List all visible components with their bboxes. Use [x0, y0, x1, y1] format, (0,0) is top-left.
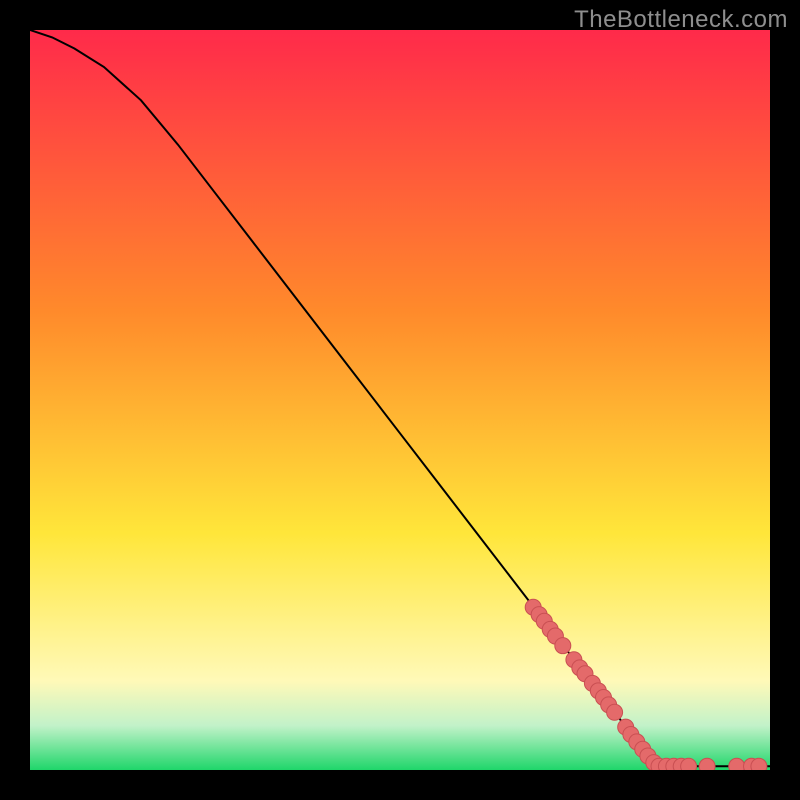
data-marker — [751, 758, 767, 770]
watermark-text: TheBottleneck.com — [574, 6, 788, 34]
data-marker — [555, 638, 571, 654]
data-marker — [681, 758, 697, 770]
gradient-background — [30, 30, 770, 770]
plot-area — [30, 30, 770, 770]
chart-container: TheBottleneck.com — [0, 0, 800, 800]
data-marker — [699, 758, 715, 770]
data-marker — [607, 704, 623, 720]
data-marker — [729, 758, 745, 770]
chart-svg — [30, 30, 770, 770]
